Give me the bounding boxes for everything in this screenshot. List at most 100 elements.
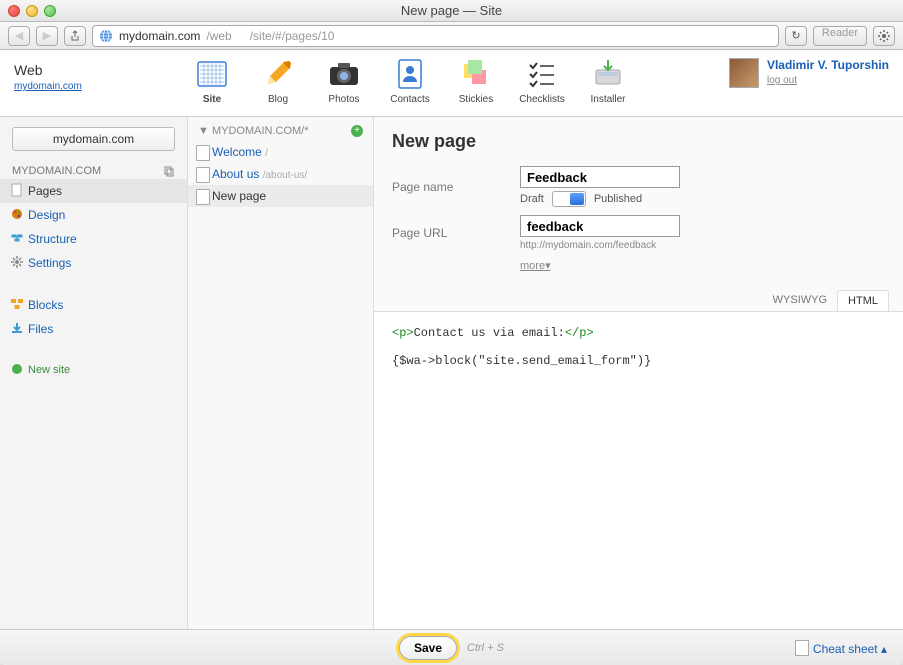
app-checklists[interactable]: Checklists <box>518 56 566 105</box>
brand-link[interactable]: mydomain.com <box>14 81 82 92</box>
url-path: /web <box>206 29 231 43</box>
app-label: Contacts <box>386 94 434 105</box>
tab-html[interactable]: HTML <box>837 290 889 311</box>
cheat-sheet-link[interactable]: Cheat sheet ▴ <box>795 640 887 656</box>
titlebar: New page — Site <box>0 0 903 22</box>
page-tree-item[interactable]: Welcome / <box>188 141 373 163</box>
save-hint: Ctrl + S <box>467 642 504 654</box>
pages-icon <box>10 183 24 197</box>
page-title: New page <box>392 131 885 152</box>
status-draft: Draft <box>520 193 544 205</box>
editor-tabs: WYSIWYG HTML <box>374 290 903 311</box>
gear-icon <box>877 29 891 43</box>
sidebar-item-label: Files <box>28 322 53 336</box>
user-name[interactable]: Vladimir V. Tuporshin <box>767 58 889 72</box>
user-panel: Vladimir V. Tuporshin log out <box>729 56 889 88</box>
back-button[interactable]: ◀ <box>8 26 30 46</box>
checklists-icon <box>524 56 560 92</box>
app-header: Web mydomain.com Site Blog Photos <box>0 50 903 116</box>
status-published: Published <box>594 193 642 205</box>
address-bar[interactable]: mydomain.com/web /site/#/pages/10 <box>92 25 779 47</box>
share-icon <box>69 30 81 42</box>
page-url-hint: http://mydomain.com/feedback <box>520 240 680 251</box>
sidebar-item-structure[interactable]: Structure <box>0 227 187 251</box>
page-name-label: Page name <box>392 180 520 194</box>
app-stickies[interactable]: Stickies <box>452 56 500 105</box>
site-icon <box>194 56 230 92</box>
structure-icon <box>10 231 24 245</box>
stickies-icon <box>458 56 494 92</box>
sidebar-section-label: MYDOMAIN.COM <box>12 165 101 177</box>
page-item-label: Welcome <box>212 145 262 159</box>
sidebar-item-label: Pages <box>28 184 62 198</box>
app-label: Photos <box>320 94 368 105</box>
app-label: Site <box>188 94 236 105</box>
globe-icon <box>99 29 113 43</box>
app-contacts[interactable]: Contacts <box>386 56 434 105</box>
app-label: Stickies <box>452 94 500 105</box>
more-link[interactable]: more▾ <box>520 259 551 272</box>
app-installer[interactable]: Installer <box>584 56 632 105</box>
footer: Save Ctrl + S Cheat sheet ▴ <box>0 629 903 665</box>
window-title: New page — Site <box>0 3 903 18</box>
page-name-input[interactable] <box>520 166 680 188</box>
domain-selector[interactable]: mydomain.com <box>12 127 175 151</box>
files-icon <box>10 321 24 335</box>
sidebar-item-label: Structure <box>28 232 77 246</box>
blocks-icon <box>10 297 24 311</box>
app-photos[interactable]: Photos <box>320 56 368 105</box>
sidebar-item-blocks[interactable]: Blocks <box>0 293 187 317</box>
pencil-icon <box>260 56 296 92</box>
browser-toolbar: ◀ ▶ mydomain.com/web /site/#/pages/10 ↻ … <box>0 22 903 50</box>
page-item-label: About us <box>212 167 259 181</box>
sidebar-item-label: Design <box>28 208 65 222</box>
app-switcher: Site Blog Photos Contacts Stickies <box>188 56 632 105</box>
sidebar-item-design[interactable]: Design <box>0 203 187 227</box>
share-button[interactable] <box>64 26 86 46</box>
logout-link[interactable]: log out <box>767 75 797 86</box>
page-tree-item[interactable]: About us /about-us/ <box>188 163 373 185</box>
app-site[interactable]: Site <box>188 56 236 105</box>
tab-wysiwyg[interactable]: WYSIWYG <box>763 290 837 311</box>
page-url-input[interactable] <box>520 215 680 237</box>
add-page-button[interactable]: + <box>351 125 363 137</box>
sidebar-item-settings[interactable]: Settings <box>0 251 187 275</box>
new-site-link[interactable]: New site <box>0 359 187 381</box>
camera-icon <box>326 56 362 92</box>
editor-panel: New page Page name Draft Published <box>374 117 903 629</box>
publish-toggle[interactable] <box>552 191 586 207</box>
app-label: Blog <box>254 94 302 105</box>
design-icon <box>10 207 24 221</box>
brand: Web mydomain.com <box>14 56 188 92</box>
url-host: mydomain.com <box>119 29 200 43</box>
code-editor[interactable]: <p>Contact us via email:</p> {$wa->block… <box>374 311 903 629</box>
forward-button[interactable]: ▶ <box>36 26 58 46</box>
page-item-slug: / <box>265 148 268 159</box>
sidebar-item-label: Settings <box>28 256 71 270</box>
sidebar-item-files[interactable]: Files <box>0 317 187 341</box>
page-item-slug: /about-us/ <box>263 170 307 181</box>
page-menu-button[interactable] <box>873 26 895 46</box>
save-button[interactable]: Save <box>399 636 457 660</box>
copy-icon[interactable] <box>163 165 175 177</box>
page-tree-item[interactable]: New page <box>188 185 373 207</box>
reader-button[interactable]: Reader <box>813 26 867 46</box>
settings-icon <box>10 255 24 269</box>
brand-name: Web <box>14 62 188 78</box>
installer-icon <box>590 56 626 92</box>
page-url-label: Page URL <box>392 226 520 240</box>
url-hash: /site/#/pages/10 <box>250 29 335 43</box>
avatar[interactable] <box>729 58 759 88</box>
page-tree-header: ▼ MYDOMAIN.COM/* <box>198 125 309 137</box>
sidebar: mydomain.com MYDOMAIN.COM Pages Design Str… <box>0 117 188 629</box>
app-label: Installer <box>584 94 632 105</box>
app-label: Checklists <box>518 94 566 105</box>
page-tree: ▼ MYDOMAIN.COM/* + Welcome /About us /ab… <box>188 117 374 629</box>
reload-button[interactable]: ↻ <box>785 26 807 46</box>
sidebar-item-pages[interactable]: Pages <box>0 179 187 203</box>
sidebar-item-label: Blocks <box>28 298 63 312</box>
page-item-label: New page <box>212 189 266 203</box>
contacts-icon <box>392 56 428 92</box>
app-blog[interactable]: Blog <box>254 56 302 105</box>
sidebar-section-header: MYDOMAIN.COM <box>0 163 187 179</box>
